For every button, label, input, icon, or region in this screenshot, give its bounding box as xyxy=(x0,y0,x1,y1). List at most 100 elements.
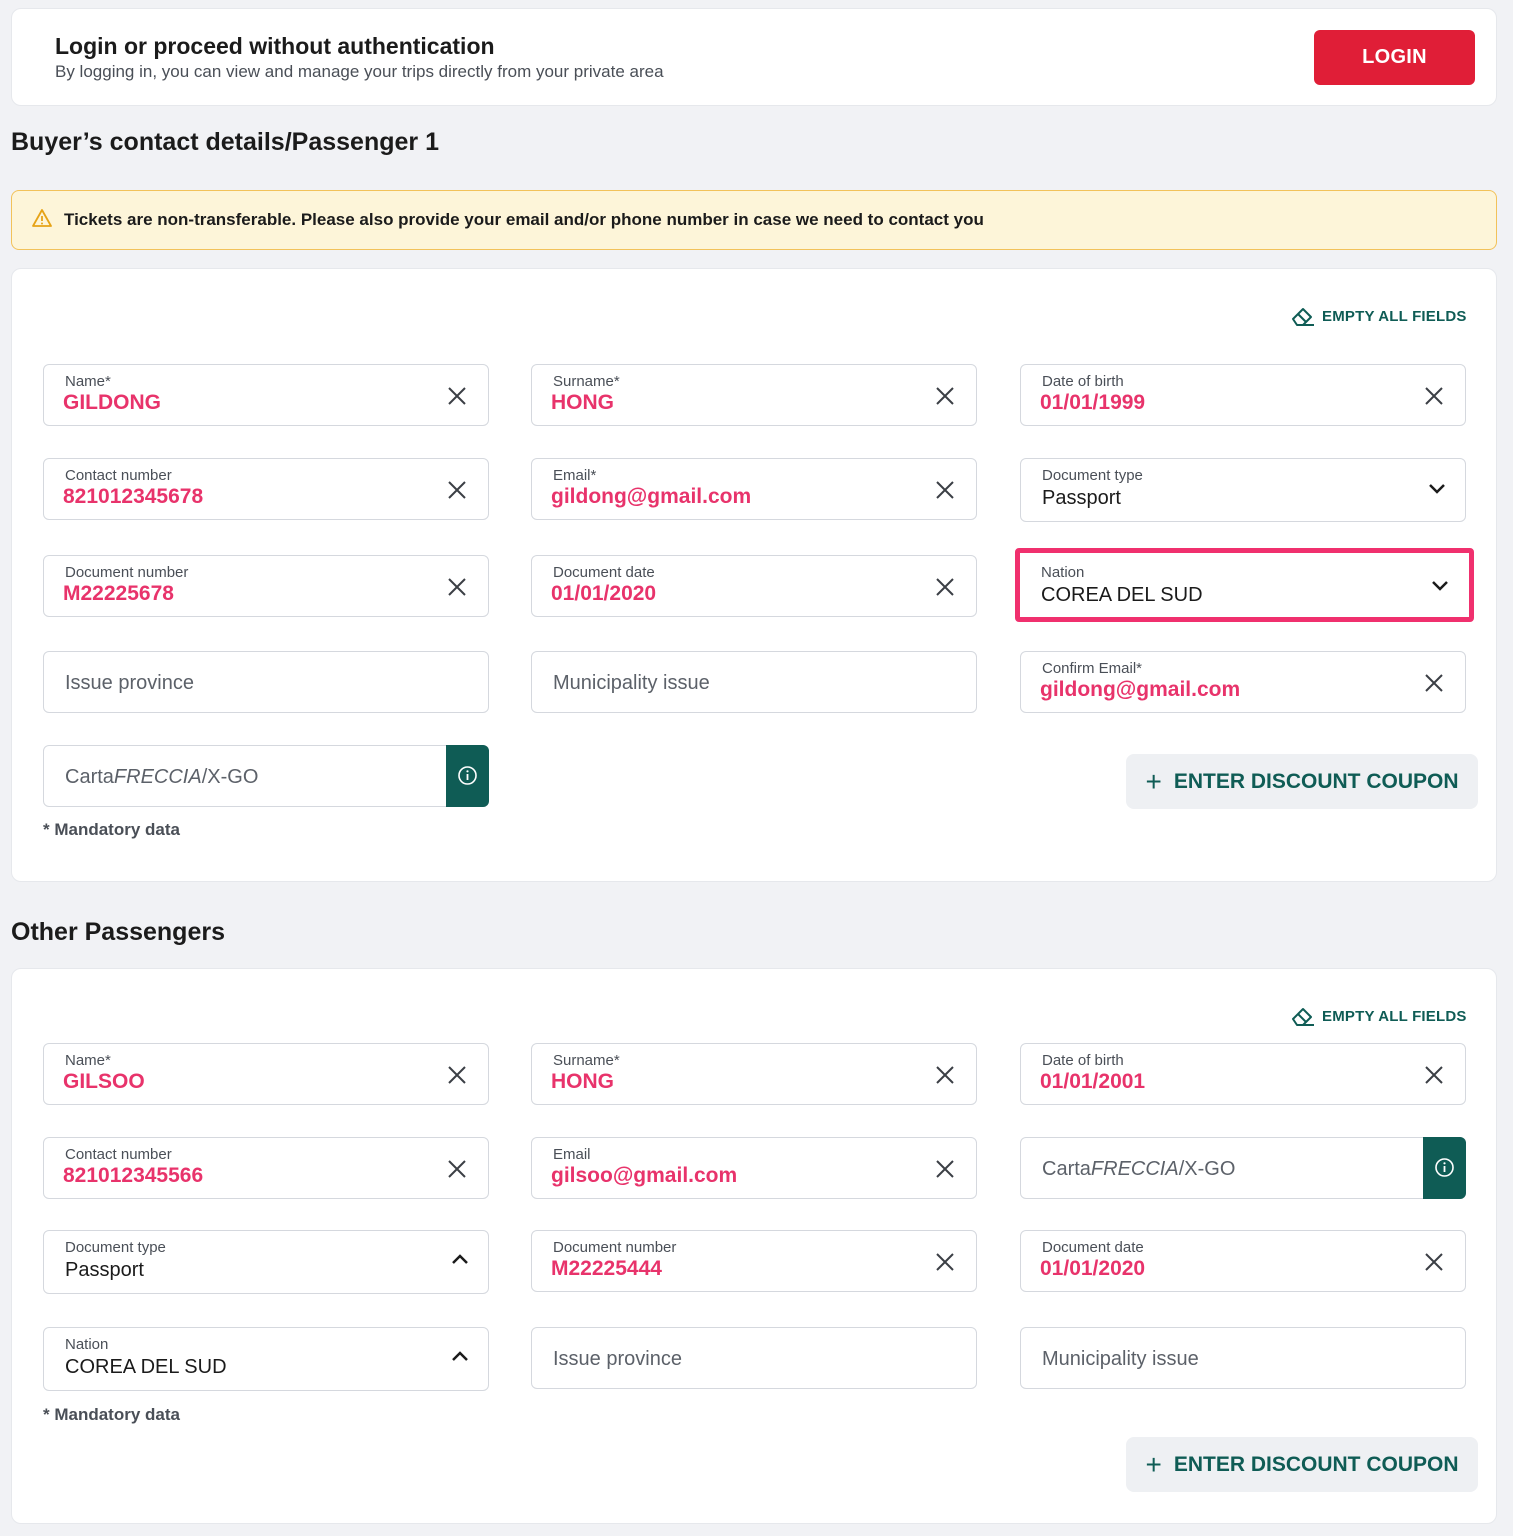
name-field[interactable]: Name* GILDONG xyxy=(43,364,489,426)
date-of-birth-value[interactable]: 01/01/2001 xyxy=(1040,1070,1145,1094)
info-button[interactable] xyxy=(446,745,489,807)
document-type-label: Document type xyxy=(1042,467,1143,484)
nation-label: Nation xyxy=(1041,564,1085,581)
contact-number-field[interactable]: Contact number 821012345566 xyxy=(43,1137,489,1199)
nation-value: COREA DEL SUD xyxy=(1041,584,1203,606)
contact-number-value[interactable]: 821012345566 xyxy=(63,1164,203,1188)
email-value[interactable]: gildong@gmail.com xyxy=(551,485,751,509)
document-number-value[interactable]: M22225678 xyxy=(63,582,174,606)
clear-icon[interactable] xyxy=(1423,672,1445,694)
carta-freccia-placeholder: CartaFRECCIA/X-GO xyxy=(65,766,259,788)
clear-icon[interactable] xyxy=(1423,385,1445,407)
login-card: Login or proceed without authentication … xyxy=(11,8,1497,106)
surname-field[interactable]: Surname* HONG xyxy=(531,1043,977,1105)
email-label: Email* xyxy=(553,467,597,484)
info-button[interactable] xyxy=(1423,1137,1466,1199)
login-button[interactable]: LOGIN xyxy=(1314,30,1475,85)
login-subtitle: By logging in, you can view and manage y… xyxy=(55,62,664,81)
name-field[interactable]: Name* GILSOO xyxy=(43,1043,489,1105)
name-value[interactable]: GILSOO xyxy=(63,1070,145,1094)
document-type-select[interactable]: Document type Passport xyxy=(43,1230,489,1294)
info-icon xyxy=(458,766,477,785)
enter-discount-coupon-button[interactable]: + ENTER DISCOUNT COUPON xyxy=(1126,754,1478,809)
clear-icon[interactable] xyxy=(934,479,956,501)
email-value[interactable]: gilsoo@gmail.com xyxy=(551,1164,737,1188)
document-date-value[interactable]: 01/01/2020 xyxy=(551,582,656,606)
enter-discount-coupon-button[interactable]: + ENTER DISCOUNT COUPON xyxy=(1126,1437,1478,1492)
document-date-value[interactable]: 01/01/2020 xyxy=(1040,1257,1145,1281)
surname-label: Surname* xyxy=(553,1052,620,1069)
issue-province-field[interactable]: Issue province xyxy=(43,651,489,713)
clear-icon[interactable] xyxy=(446,1064,468,1086)
passenger2-card: EMPTY ALL FIELDS Name* GILSOO Surname* H… xyxy=(11,968,1497,1524)
surname-value[interactable]: HONG xyxy=(551,1070,614,1094)
clear-icon[interactable] xyxy=(934,576,956,598)
mandatory-note: * Mandatory data xyxy=(43,820,180,839)
carta-freccia-field[interactable]: CartaFRECCIA/X-GO xyxy=(1020,1137,1466,1199)
empty-all-fields-button[interactable]: EMPTY ALL FIELDS xyxy=(1290,305,1467,327)
clear-icon[interactable] xyxy=(1423,1251,1445,1273)
confirm-email-value[interactable]: gildong@gmail.com xyxy=(1040,678,1240,702)
warning-text: Tickets are non-transferable. Please als… xyxy=(64,210,984,229)
email-field[interactable]: Email* gildong@gmail.com xyxy=(531,458,977,520)
date-of-birth-value[interactable]: 01/01/1999 xyxy=(1040,391,1145,415)
document-number-value[interactable]: M22225444 xyxy=(551,1257,662,1281)
clear-icon[interactable] xyxy=(446,1158,468,1180)
municipality-issue-field[interactable]: Municipality issue xyxy=(531,651,977,713)
email-field[interactable]: Email gilsoo@gmail.com xyxy=(531,1137,977,1199)
email-label: Email xyxy=(553,1146,591,1163)
warning-icon xyxy=(32,209,52,227)
carta-freccia-field[interactable]: CartaFRECCIA/X-GO xyxy=(43,745,489,807)
plus-icon: + xyxy=(1145,765,1162,797)
confirm-email-label: Confirm Email* xyxy=(1042,660,1143,677)
clear-icon[interactable] xyxy=(934,1064,956,1086)
empty-all-fields-button[interactable]: EMPTY ALL FIELDS xyxy=(1290,1005,1467,1027)
chevron-up-icon[interactable] xyxy=(450,1253,470,1267)
contact-number-field[interactable]: Contact number 821012345678 xyxy=(43,458,489,520)
surname-label: Surname* xyxy=(553,373,620,390)
confirm-email-field[interactable]: Confirm Email* gildong@gmail.com xyxy=(1020,651,1466,713)
document-date-field[interactable]: Document date 01/01/2020 xyxy=(1020,1230,1466,1292)
name-value[interactable]: GILDONG xyxy=(63,391,161,415)
name-label: Name* xyxy=(65,1052,111,1069)
document-type-select[interactable]: Document type Passport xyxy=(1020,458,1466,522)
chevron-down-icon[interactable] xyxy=(1430,578,1450,592)
clear-icon[interactable] xyxy=(934,1158,956,1180)
date-of-birth-label: Date of birth xyxy=(1042,373,1124,390)
eraser-icon xyxy=(1292,1008,1314,1026)
mandatory-note: * Mandatory data xyxy=(43,1405,180,1424)
coupon-label: ENTER DISCOUNT COUPON xyxy=(1173,1452,1459,1476)
clear-icon[interactable] xyxy=(446,385,468,407)
document-date-field[interactable]: Document date 01/01/2020 xyxy=(531,555,977,617)
clear-icon[interactable] xyxy=(934,1251,956,1273)
nation-select[interactable]: Nation COREA DEL SUD xyxy=(1024,556,1464,616)
date-of-birth-field[interactable]: Date of birth 01/01/2001 xyxy=(1020,1043,1466,1105)
document-number-label: Document number xyxy=(553,1239,677,1256)
municipality-issue-placeholder: Municipality issue xyxy=(1042,1348,1199,1370)
clear-icon[interactable] xyxy=(446,479,468,501)
document-number-field[interactable]: Document number M22225678 xyxy=(43,555,489,617)
date-of-birth-field[interactable]: Date of birth 01/01/1999 xyxy=(1020,364,1466,426)
passenger1-section-title: Buyer’s contact details/Passenger 1 xyxy=(11,128,439,156)
eraser-icon xyxy=(1292,308,1314,326)
clear-icon[interactable] xyxy=(1423,1064,1445,1086)
clear-icon[interactable] xyxy=(446,576,468,598)
surname-value[interactable]: HONG xyxy=(551,391,614,415)
carta-freccia-placeholder: CartaFRECCIA/X-GO xyxy=(1042,1158,1236,1180)
warning-banner: Tickets are non-transferable. Please als… xyxy=(11,190,1497,250)
contact-number-label: Contact number xyxy=(65,1146,172,1163)
chevron-down-icon[interactable] xyxy=(1427,481,1447,495)
coupon-label: ENTER DISCOUNT COUPON xyxy=(1173,769,1459,793)
contact-number-value[interactable]: 821012345678 xyxy=(63,485,203,509)
other-passengers-title: Other Passengers xyxy=(11,918,225,946)
issue-province-field[interactable]: Issue province xyxy=(531,1327,977,1389)
info-icon xyxy=(1435,1158,1454,1177)
plus-icon: + xyxy=(1145,1448,1162,1480)
document-type-value: Passport xyxy=(1042,487,1121,509)
municipality-issue-field[interactable]: Municipality issue xyxy=(1020,1327,1466,1389)
chevron-up-icon[interactable] xyxy=(450,1350,470,1364)
clear-icon[interactable] xyxy=(934,385,956,407)
nation-select[interactable]: Nation COREA DEL SUD xyxy=(43,1327,489,1391)
document-number-field[interactable]: Document number M22225444 xyxy=(531,1230,977,1292)
surname-field[interactable]: Surname* HONG xyxy=(531,364,977,426)
